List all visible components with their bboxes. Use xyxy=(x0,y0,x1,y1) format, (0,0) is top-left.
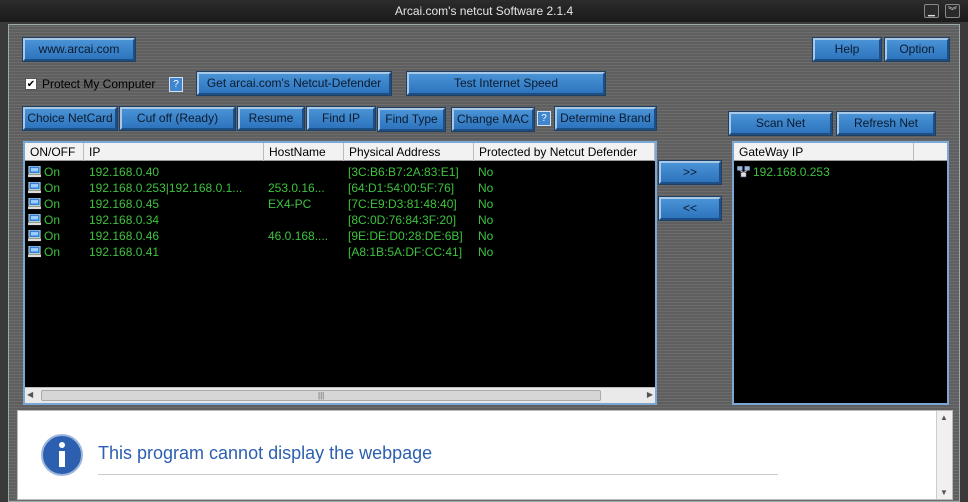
scroll-left-icon[interactable]: ◀ xyxy=(27,390,33,399)
get-defender-button[interactable]: Get arcai.com's Netcut-Defender xyxy=(197,72,391,95)
info-icon xyxy=(41,434,83,476)
computer-icon xyxy=(28,166,41,178)
main-panel: www.arcai.com Help Option ✔ Protect My C… xyxy=(8,24,960,502)
row-protected: No xyxy=(478,245,494,259)
column-header-hostname[interactable]: HostName xyxy=(264,143,344,161)
find-type-button[interactable]: Find Type xyxy=(378,108,445,131)
horizontal-scrollbar[interactable]: ◀ ||| ▶ xyxy=(25,387,655,403)
gateway-list[interactable]: GateWay IP 192.168.0.253 xyxy=(732,141,949,405)
table-row[interactable]: On 192.168.0.253|192.168.0.1... 253.0.16..… xyxy=(25,180,655,196)
resume-button[interactable]: Resume xyxy=(238,107,304,130)
row-protected: No xyxy=(478,229,494,243)
scan-net-button[interactable]: Scan Net xyxy=(729,112,832,135)
row-ip: 192.168.0.253|192.168.0.1... xyxy=(89,181,243,195)
scroll-down-icon[interactable]: ▼ xyxy=(940,488,948,497)
option-button[interactable]: Option xyxy=(885,38,949,61)
column-header-onoff[interactable]: ON/OFF xyxy=(25,143,84,161)
row-mac: [9E:DE:D0:28:DE:6B] xyxy=(348,229,463,243)
row-status: On xyxy=(44,165,61,179)
row-mac: [8C:0D:76:84:3F:20] xyxy=(348,213,457,227)
computer-icon xyxy=(28,182,41,194)
title-bar: Arcai.com's netcut Software 2.1.4 ▁ ︾ xyxy=(0,0,968,22)
gateway-list-header: GateWay IP xyxy=(734,143,947,161)
scroll-right-icon[interactable]: ▶ xyxy=(647,390,653,399)
scroll-up-icon[interactable]: ▲ xyxy=(940,413,948,422)
find-ip-button[interactable]: Find IP xyxy=(307,107,375,130)
protect-checkbox[interactable]: ✔ xyxy=(25,78,37,90)
choice-netcard-button[interactable]: Choice NetCard xyxy=(23,107,117,130)
column-header-gateway[interactable]: GateWay IP xyxy=(734,143,914,161)
change-mac-button[interactable]: Change MAC xyxy=(452,108,534,131)
row-hostname xyxy=(268,164,342,180)
refresh-net-button[interactable]: Refresh Net xyxy=(837,112,935,135)
collapse-icon[interactable]: ︾ xyxy=(945,4,960,18)
browser-panel: This program cannot display the webpage … xyxy=(17,410,953,500)
computer-icon xyxy=(28,230,41,242)
computer-icon xyxy=(28,198,41,210)
row-ip: 192.168.0.40 xyxy=(89,165,160,179)
row-ip: 192.168.0.41 xyxy=(89,245,160,259)
row-ip: 192.168.0.45 xyxy=(89,197,160,211)
row-protected: No xyxy=(478,213,494,227)
row-mac: [7C:E9:D3:81:48:40] xyxy=(348,197,457,211)
divider xyxy=(98,474,778,475)
computer-icon xyxy=(28,246,41,258)
gateway-ip: 192.168.0.253 xyxy=(753,165,830,179)
table-row[interactable]: On 192.168.0.46 46.0.168.... [9E:DE:D0:28:D… xyxy=(25,228,655,244)
row-hostname xyxy=(268,212,342,228)
gateway-row[interactable]: 192.168.0.253 xyxy=(734,164,947,180)
row-status: On xyxy=(44,181,61,195)
column-header-protected[interactable]: Protected by Netcut Defender xyxy=(474,143,655,161)
column-header-ip[interactable]: IP xyxy=(84,143,264,161)
table-row[interactable]: On 192.168.0.34 [8C:0D:76:84:3F:20] No xyxy=(25,212,655,228)
protect-help-button[interactable]: ? xyxy=(169,77,183,92)
host-list[interactable]: ON/OFF IP HostName Physical Address Prot… xyxy=(23,141,657,405)
row-status: On xyxy=(44,197,61,211)
row-mac: [3C:B6:B7:2A:83:E1] xyxy=(348,165,459,179)
row-mac: [A8:1B:5A:DF:CC:41] xyxy=(348,245,463,259)
cut-off-button[interactable]: Cuf off (Ready) xyxy=(120,107,235,130)
grip-icon: ||| xyxy=(318,391,325,400)
protect-label: Protect My Computer xyxy=(42,77,156,91)
row-status: On xyxy=(44,245,61,259)
row-hostname: 46.0.168.... xyxy=(268,229,329,243)
computer-icon xyxy=(28,214,41,226)
table-row[interactable]: On 192.168.0.41 [A8:1B:5A:DF:CC:41] No xyxy=(25,244,655,260)
change-mac-help-button[interactable]: ? xyxy=(537,111,551,126)
row-mac: [64:D1:54:00:5F:76] xyxy=(348,181,455,195)
minimize-icon[interactable]: ▁ xyxy=(924,4,939,18)
browser-error-message: This program cannot display the webpage xyxy=(98,443,433,463)
row-hostname xyxy=(268,244,342,260)
row-protected: No xyxy=(478,181,494,195)
row-status: On xyxy=(44,213,61,227)
row-ip: 192.168.0.34 xyxy=(89,213,160,227)
help-button[interactable]: Help xyxy=(813,38,881,61)
test-speed-button[interactable]: Test Internet Speed xyxy=(407,72,605,95)
determine-brand-button[interactable]: Determine Brand xyxy=(555,107,656,130)
window-title: Arcai.com's netcut Software 2.1.4 xyxy=(394,4,574,18)
move-right-button[interactable]: >> xyxy=(659,161,721,184)
website-link-button[interactable]: www.arcai.com xyxy=(23,38,135,61)
row-protected: No xyxy=(478,197,494,211)
host-list-header: ON/OFF IP HostName Physical Address Prot… xyxy=(25,143,655,161)
vertical-scrollbar[interactable]: ▲ ▼ xyxy=(936,411,952,499)
gateway-icon xyxy=(737,166,750,178)
row-hostname: 253.0.16... xyxy=(268,181,325,195)
move-left-button[interactable]: << xyxy=(659,197,721,220)
row-protected: No xyxy=(478,165,494,179)
table-row[interactable]: On 192.168.0.45 EX4-PC [7C:E9:D3:81:48:40] N… xyxy=(25,196,655,212)
scrollbar-thumb[interactable]: ||| xyxy=(41,390,601,401)
column-header-mac[interactable]: Physical Address xyxy=(344,143,474,161)
row-hostname: EX4-PC xyxy=(268,197,312,211)
table-row[interactable]: On 192.168.0.40 [3C:B6:B7:2A:83:E1] No xyxy=(25,164,655,180)
row-status: On xyxy=(44,229,61,243)
row-ip: 192.168.0.46 xyxy=(89,229,160,243)
